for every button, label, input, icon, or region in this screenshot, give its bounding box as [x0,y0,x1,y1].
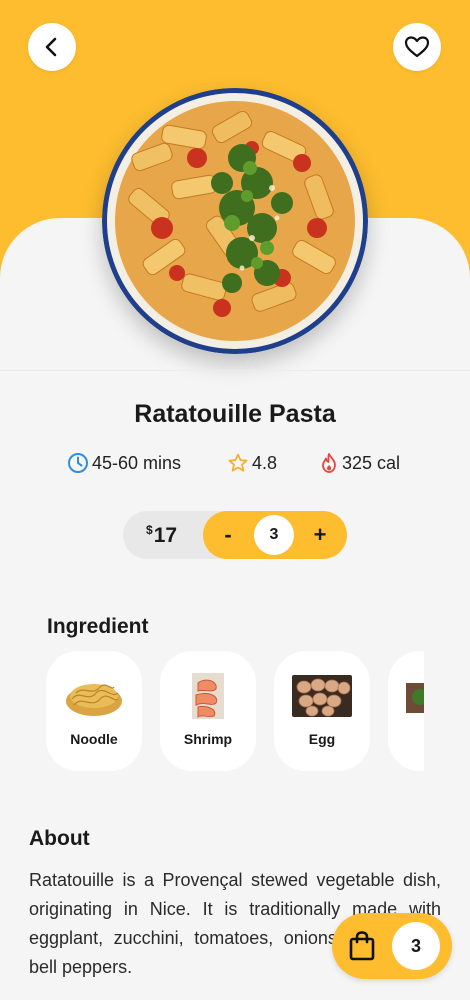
section-divider [0,370,470,371]
chevron-left-icon [45,37,57,57]
price-quantity-bar: $17 - 3 + [123,511,347,559]
heart-icon [404,36,430,58]
ingredient-list[interactable]: Noodle Shrimp Egg [46,651,424,773]
ingredient-card[interactable]: Egg [274,651,370,771]
duration-info: 45-60 mins [67,451,181,475]
rating-text: 4.8 [252,452,278,473]
dish-title: Ratatouille Pasta [134,400,336,428]
price: $17 [146,523,177,548]
calories-info: 325 cal [319,451,400,475]
vegetable-icon [406,683,424,713]
ingredient-label: Shrimp [183,731,233,747]
back-button[interactable] [28,23,76,71]
clock-icon [68,453,88,473]
duration-text: 45-60 mins [92,452,182,473]
ingredient-section-title: Ingredient [47,615,149,638]
quantity-stepper: - 3 + [203,511,347,559]
ingredient-label: So [388,731,424,747]
ingredient-card[interactable]: So [388,651,424,771]
favorite-button[interactable] [393,23,441,71]
ingredient-card[interactable]: Shrimp [160,651,256,771]
egg-icon [292,675,352,717]
rating-info: 4.8 [227,451,277,475]
currency-symbol: $ [146,523,153,537]
about-section-title: About [29,827,90,850]
dish-meta: 45-60 mins 4.8 325 cal [0,451,470,475]
flame-icon [322,453,336,473]
ingredient-card[interactable]: Noodle [46,651,142,771]
quantity-value: 3 [254,515,294,555]
ingredient-label: Egg [308,731,336,747]
ingredient-label: Noodle [70,731,118,747]
increase-quantity-button[interactable]: + [305,521,335,549]
noodle-icon [66,684,122,716]
cart-button[interactable]: 3 [332,913,452,979]
star-icon [228,453,248,472]
pasta-plate-illustration [102,88,368,354]
dish-image [102,88,368,354]
decrease-quantity-button[interactable]: - [213,521,243,549]
calories-text: 325 cal [342,452,401,473]
shopping-bag-icon [349,931,375,961]
shrimp-icon [192,673,224,719]
cart-count-badge: 3 [392,922,440,970]
price-value: 17 [153,524,178,547]
